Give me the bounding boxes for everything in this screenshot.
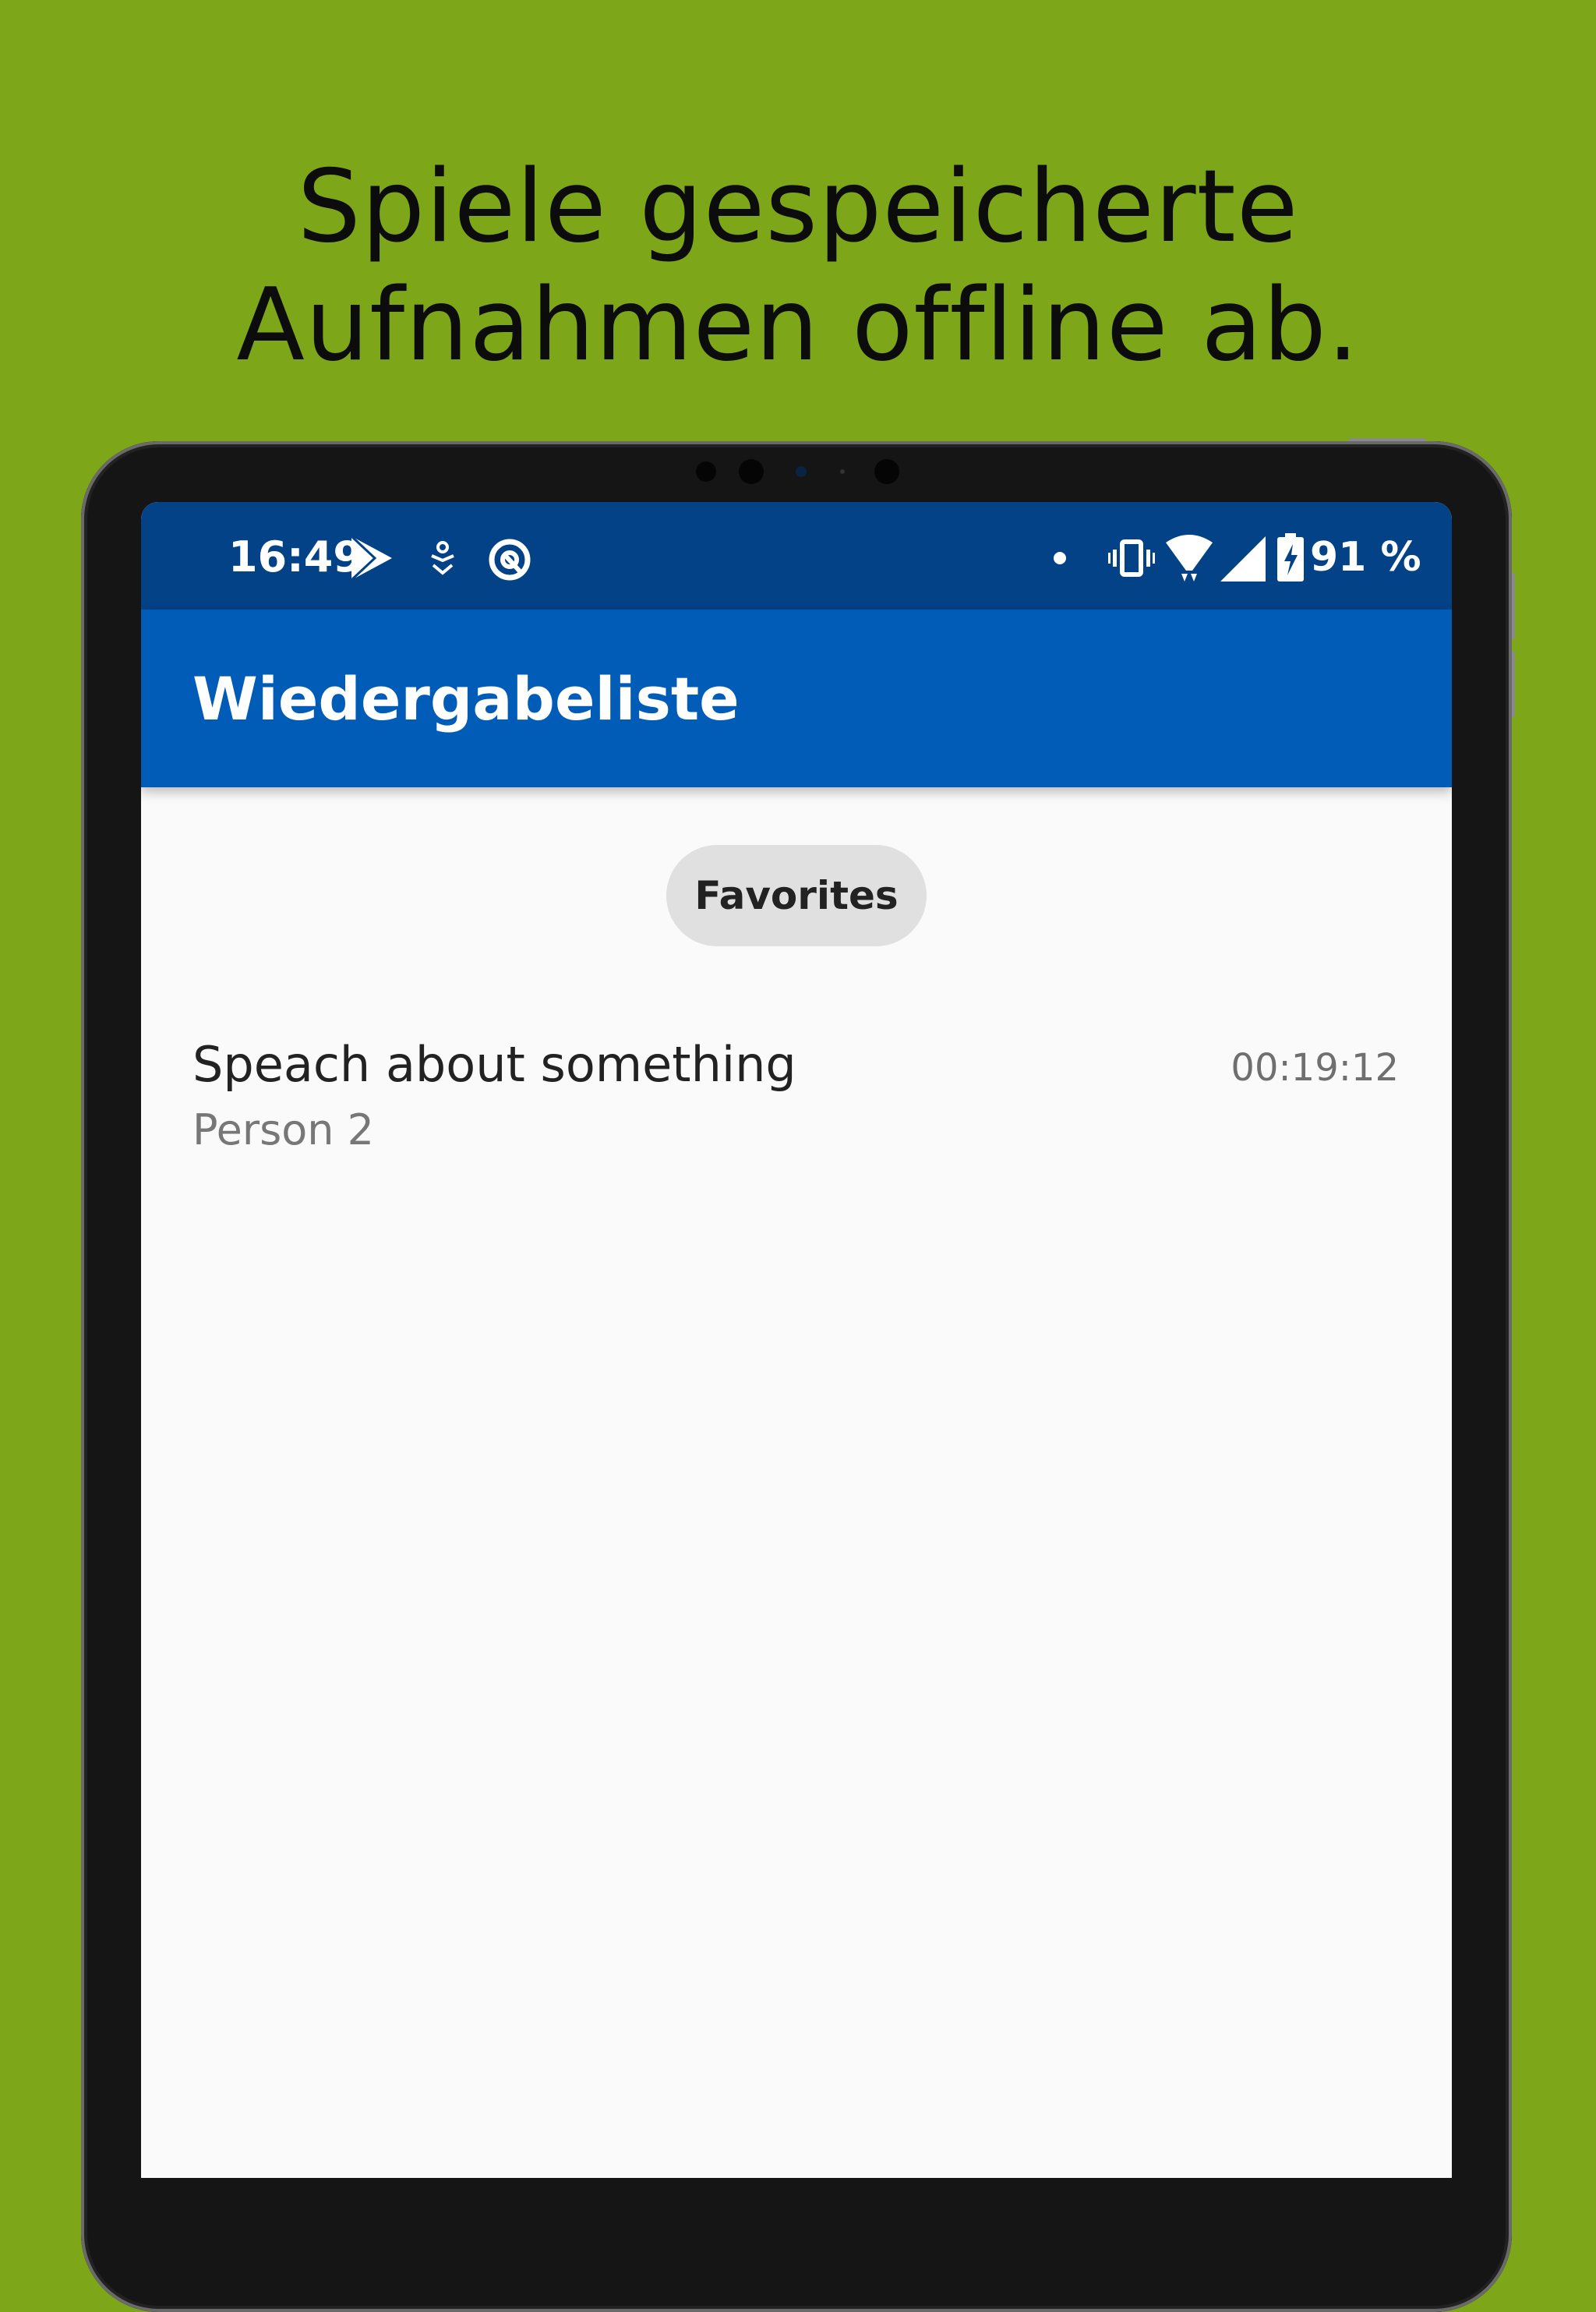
battery-charging-icon — [1277, 533, 1304, 582]
app-screen: 16:49 91 % Wiedergabeliste Favorites Spe… — [141, 502, 1452, 2178]
promo-headline-line-2: Aufnahmen offline ab. — [236, 267, 1360, 384]
wifi-icon — [1166, 535, 1213, 582]
notification-dot-icon — [1054, 552, 1066, 564]
camera-lens-icon — [739, 459, 764, 484]
app-bar: Wiedergabeliste — [141, 610, 1452, 787]
recording-duration: 00:19:12 — [1231, 1046, 1399, 1090]
status-bar: 16:49 91 % — [141, 502, 1452, 610]
promo-headline-line-1: Spiele gespeicherte — [297, 149, 1299, 265]
vibrate-icon — [1108, 539, 1155, 577]
recording-speaker: Person 2 — [192, 1105, 374, 1154]
page-title: Wiedergabeliste — [192, 664, 740, 734]
battery-percentage: 91 % — [1310, 534, 1421, 581]
promo-headline: Spiele gespeicherte Aufnahmen offline ab… — [0, 148, 1596, 385]
status-time: 16:49 — [228, 532, 362, 582]
microphone-icon — [840, 469, 845, 474]
play-store-icon — [350, 535, 392, 582]
favorites-filter-chip[interactable]: Favorites — [666, 845, 927, 946]
camera-indicator-icon — [796, 466, 807, 477]
download-icon — [431, 541, 454, 575]
recording-title: Speach about something — [192, 1036, 796, 1093]
data-saver-icon — [489, 539, 531, 581]
cell-signal-icon — [1220, 536, 1266, 582]
sensor-icon — [696, 461, 716, 482]
camera-lens-2-icon — [874, 459, 899, 484]
list-item[interactable]: Speach about something Person 2 00:19:12 — [141, 1001, 1452, 1157]
